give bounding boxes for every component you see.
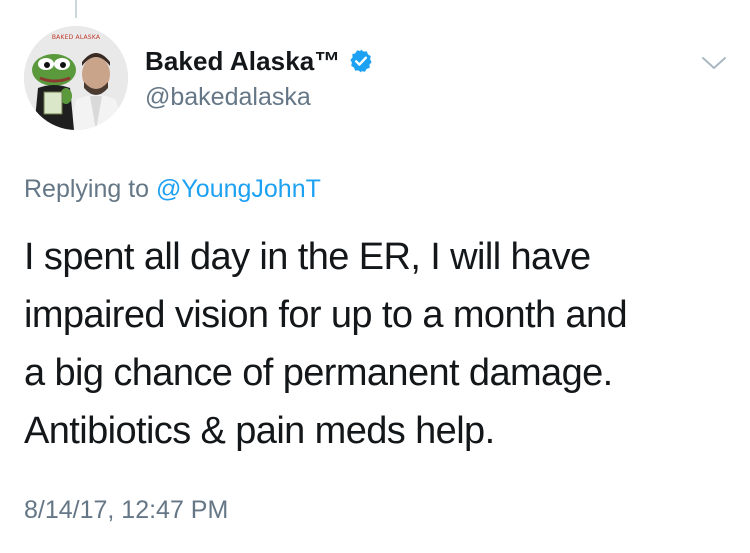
verified-badge-icon bbox=[348, 48, 374, 74]
display-name[interactable]: Baked Alaska™ bbox=[145, 46, 340, 77]
author-handle[interactable]: @bakedalaska bbox=[145, 83, 311, 112]
tweet-timestamp[interactable]: 8/14/17, 12:47 PM bbox=[24, 496, 228, 525]
replying-to-handle-link[interactable]: @YoungJohnT bbox=[156, 175, 321, 203]
tweet-text-line: impaired vision for up to a month and bbox=[24, 294, 628, 336]
tweet-text-line: Antibiotics & pain meds help. bbox=[24, 410, 495, 452]
avatar[interactable]: BAKED ALASKA bbox=[24, 26, 128, 130]
thread-connector-line bbox=[75, 0, 77, 18]
author-name-row[interactable]: Baked Alaska™ bbox=[145, 44, 374, 78]
replying-to-line: Replying to @YoungJohnT bbox=[24, 175, 321, 204]
replying-to-label: Replying to bbox=[24, 175, 150, 203]
tweet-text-line: I spent all day in the ER, I will have bbox=[24, 236, 591, 278]
avatar-caption: BAKED ALASKA bbox=[51, 34, 101, 41]
avatar-image bbox=[24, 26, 128, 130]
tweet-text-line: a big chance of permanent damage. bbox=[24, 352, 613, 394]
tweet-text: I spent all day in the ER, I will have i… bbox=[24, 228, 729, 460]
chevron-down-icon[interactable] bbox=[700, 54, 728, 72]
